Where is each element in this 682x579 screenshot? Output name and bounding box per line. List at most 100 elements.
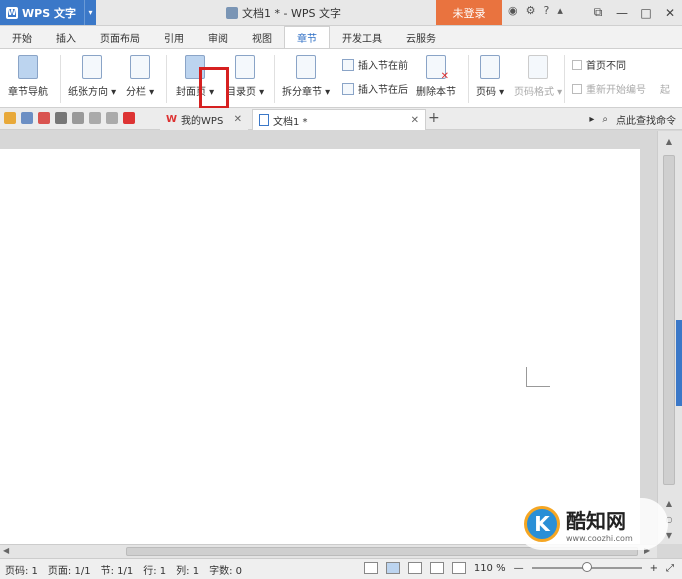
open-icon[interactable] <box>4 112 16 124</box>
document-area <box>0 131 657 544</box>
insert-section-after-button[interactable]: 插入节在后 <box>342 81 408 96</box>
delete-section-button[interactable]: 删除本节 <box>416 55 456 98</box>
settings-icon[interactable]: ⚙ <box>526 4 536 17</box>
status-word-count: 字数: 0 <box>209 565 242 577</box>
page-number-format-icon <box>528 55 549 79</box>
zoom-in-icon[interactable]: + <box>650 563 658 574</box>
watermark-url: www.coozhi.com <box>566 534 633 543</box>
status-section: 节: 1/1 <box>100 565 134 577</box>
scroll-left-icon[interactable]: ◀ <box>3 546 9 555</box>
zoom-slider[interactable] <box>531 562 642 572</box>
window-title: 文档1 * - WPS 文字 <box>226 5 341 21</box>
toc-page-button[interactable]: 目录页 ▾ <box>226 55 264 98</box>
window-title-text: 文档1 * - WPS 文字 <box>242 7 341 20</box>
tab-sections[interactable]: 章节 <box>284 26 330 48</box>
tab-references[interactable]: 引用 <box>152 26 196 48</box>
skin-icon[interactable]: ◉ <box>508 4 518 17</box>
minimize-ribbon-icon[interactable]: ▴ <box>557 4 563 17</box>
undo-icon[interactable] <box>89 112 101 124</box>
page-view-icon[interactable] <box>385 562 400 574</box>
fullscreen-view-icon[interactable] <box>363 562 378 574</box>
orientation-icon <box>82 55 103 79</box>
window-controls: ⧉ — □ ✕ <box>586 0 682 25</box>
export-pdf-icon[interactable] <box>38 112 50 124</box>
toc-page-icon <box>235 55 256 79</box>
tab-document1[interactable]: 文档1 * ✕ <box>252 109 426 130</box>
document-icon <box>259 114 269 126</box>
pin-icon[interactable]: ▸ <box>589 114 594 125</box>
restore-tab-button[interactable]: ⧉ <box>586 0 610 25</box>
side-panel-toggle[interactable] <box>676 320 682 406</box>
columns-button[interactable]: 分栏 ▾ <box>126 55 154 98</box>
page-number-format-button[interactable]: 页码格式 ▾ <box>514 55 562 98</box>
prev-page-icon[interactable]: ▲ <box>663 497 675 509</box>
status-row: 行: 1 <box>143 565 167 577</box>
redo-icon[interactable] <box>106 112 118 124</box>
new-tab-button[interactable]: + <box>428 110 440 126</box>
tab-developer[interactable]: 开发工具 <box>330 26 394 48</box>
search-icon: ⌕ <box>602 114 608 125</box>
margin-corner-mark <box>526 367 550 387</box>
scroll-up-icon[interactable]: ▲ <box>663 135 675 147</box>
ribbon-divider <box>468 55 469 103</box>
fit-window-icon[interactable]: ⤢ <box>666 563 674 574</box>
menu-tabs: 开始 插入 页面布局 引用 审阅 视图 章节 开发工具 云服务 <box>0 26 682 48</box>
first-page-different-checkbox[interactable]: 首页不同 <box>572 57 626 72</box>
highlight-annotation <box>199 67 229 109</box>
tab-review[interactable]: 审阅 <box>196 26 240 48</box>
restart-numbering-checkbox[interactable]: 重新开始编号 <box>572 81 646 96</box>
status-pages: 页面: 1/1 <box>47 565 91 577</box>
print-icon[interactable] <box>55 112 67 124</box>
titlebar-tools: ◉ ⚙ ? ▴ <box>508 4 563 17</box>
split-section-button[interactable]: 拆分章节 ▾ <box>282 55 330 98</box>
section-nav-button[interactable]: 章节导航 <box>8 55 48 98</box>
customize-icon[interactable] <box>123 112 135 124</box>
document-page[interactable] <box>0 149 640 544</box>
save-icon[interactable] <box>21 112 33 124</box>
status-column: 列: 1 <box>176 565 200 577</box>
close-button[interactable]: ✕ <box>658 0 682 25</box>
zoom-out-icon[interactable]: — <box>514 563 524 574</box>
insert-after-icon <box>342 82 354 95</box>
print-preview-icon[interactable] <box>72 112 84 124</box>
ribbon-divider <box>166 55 167 103</box>
minimize-button[interactable]: — <box>610 0 634 25</box>
reading-view-icon[interactable] <box>451 562 466 574</box>
zoom-value[interactable]: 110 % <box>474 563 506 574</box>
orientation-button[interactable]: 纸张方向 ▾ <box>68 55 116 98</box>
ribbon-divider <box>60 55 61 103</box>
wps-logo-icon: W <box>166 114 178 125</box>
ribbon-divider <box>274 55 275 103</box>
delete-section-icon <box>426 55 449 82</box>
tab-home[interactable]: 开始 <box>0 26 44 48</box>
status-bar: 页码: 1 页面: 1/1 节: 1/1 行: 1 列: 1 字数: 0 110… <box>0 558 682 579</box>
tab-view[interactable]: 视图 <box>240 26 284 48</box>
title-bar: W WPS 文字 ▾ 文档1 * - WPS 文字 未登录 ◉ ⚙ ? ▴ ⧉ … <box>0 0 682 26</box>
tab-my-wps[interactable]: W 我的WPS ✕ <box>160 109 248 130</box>
login-button[interactable]: 未登录 <box>436 0 502 25</box>
watermark-text: 酷知网 www.coozhi.com <box>566 505 633 543</box>
zoom-slider-knob[interactable] <box>581 562 592 572</box>
tab-page-layout[interactable]: 页面布局 <box>88 26 152 48</box>
vertical-scroll-thumb[interactable] <box>663 155 675 485</box>
checkbox-icon <box>572 83 582 94</box>
command-search: ▸ ⌕ 点此查找命令 <box>589 112 676 127</box>
app-menu-dropdown-icon[interactable]: ▾ <box>84 0 96 25</box>
insert-section-before-button[interactable]: 插入节在前 <box>342 57 408 72</box>
quick-access-icons <box>4 112 135 124</box>
ribbon: 章节导航 纸张方向 ▾ 分栏 ▾ 封面页 ▾ 目录页 ▾ 拆分章节 ▾ 插入节在… <box>0 48 682 108</box>
close-tab-icon[interactable]: ✕ <box>234 114 242 125</box>
view-zoom-controls: 110 % — + ⤢ <box>363 562 674 574</box>
tab-insert[interactable]: 插入 <box>44 26 88 48</box>
page-number-button[interactable]: 页码 ▾ <box>476 55 504 98</box>
close-tab-icon[interactable]: ✕ <box>411 115 419 126</box>
help-icon[interactable]: ? <box>543 4 549 17</box>
maximize-button[interactable]: □ <box>634 0 658 25</box>
start-option[interactable]: 起 <box>660 81 670 96</box>
outline-view-icon[interactable] <box>407 562 422 574</box>
tab-cloud[interactable]: 云服务 <box>394 26 448 48</box>
command-search-input[interactable]: 点此查找命令 <box>616 112 676 127</box>
app-menu-button[interactable]: W WPS 文字 ▾ <box>0 0 96 25</box>
web-view-icon[interactable] <box>429 562 444 574</box>
watermark: K 酷知网 www.coozhi.com <box>516 498 668 550</box>
